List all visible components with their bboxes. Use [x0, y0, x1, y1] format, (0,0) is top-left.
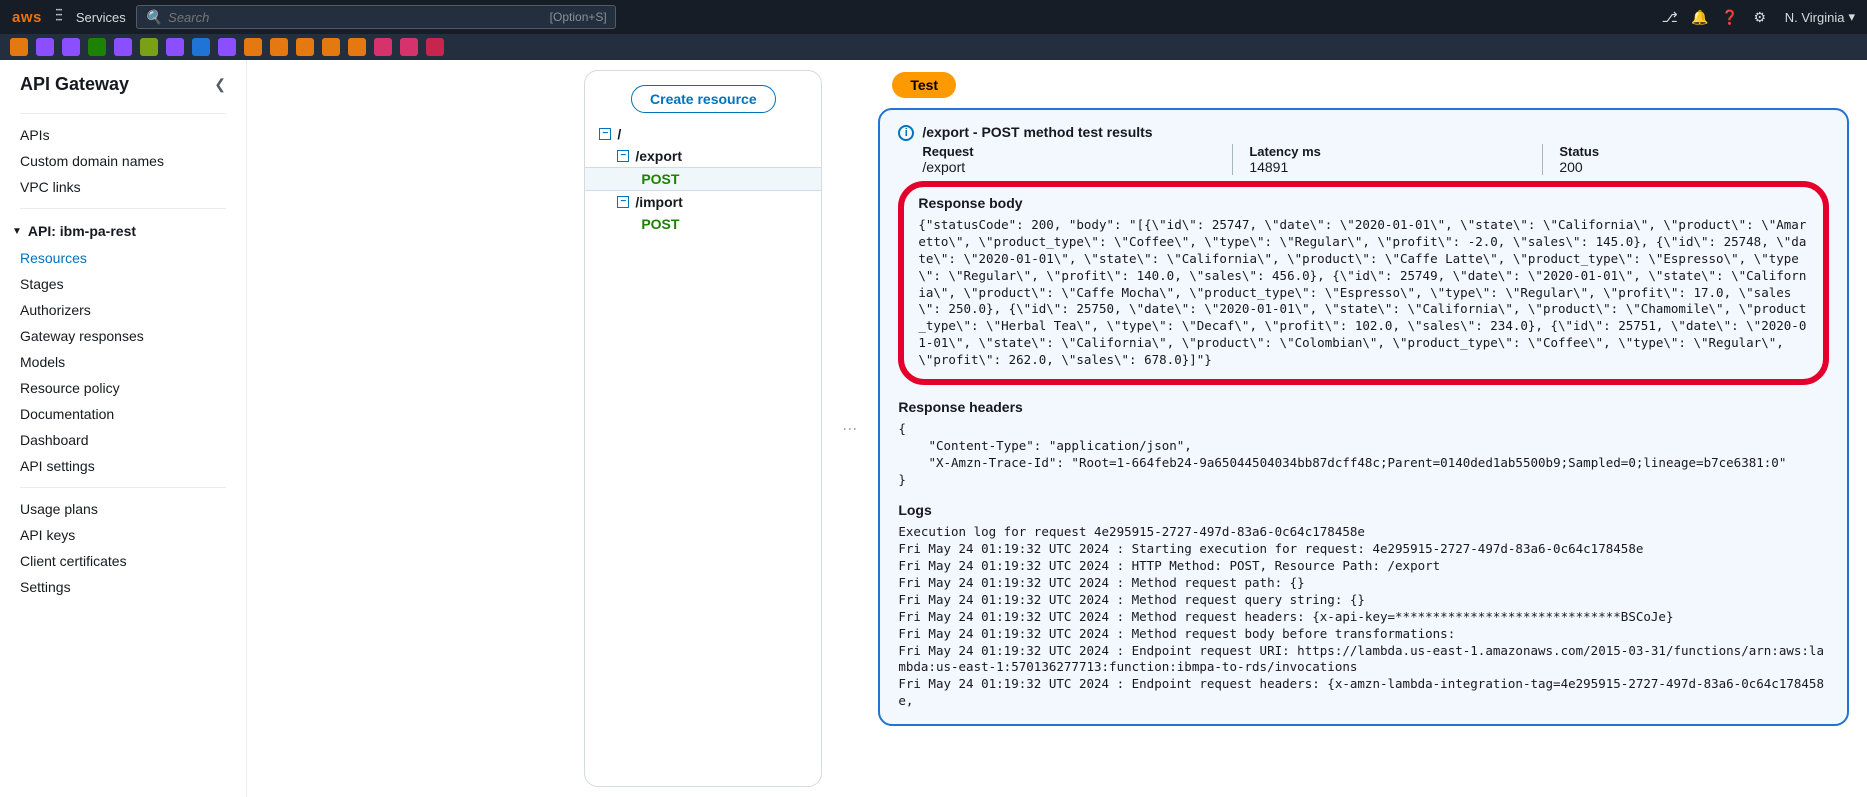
service-shortcut-icon[interactable]	[400, 38, 418, 56]
service-shortcut-icon[interactable]	[322, 38, 340, 56]
service-shortcut-icon[interactable]	[270, 38, 288, 56]
search-box[interactable]: 🔍 [Option+S]	[136, 5, 616, 29]
top-nav: aws Services 🔍 [Option+S] ⎇ 🔔 ❓ ⚙ N. Vir…	[0, 0, 1867, 34]
sidebar-item-gateway-responses[interactable]: Gateway responses	[0, 323, 246, 349]
results-column: Test i /export - POST method test result…	[878, 70, 1857, 787]
sidebar-item-settings[interactable]: Settings	[0, 574, 246, 600]
response-body-text: {"statusCode": 200, "body": "[{\"id\": 2…	[918, 217, 1809, 369]
logs-text: Execution log for request 4e295915-2727-…	[898, 524, 1829, 710]
tree-export[interactable]: − /export	[585, 145, 821, 167]
sidebar-item-authorizers[interactable]: Authorizers	[0, 297, 246, 323]
sidebar-item-dashboard[interactable]: Dashboard	[0, 427, 246, 453]
grid-icon	[56, 10, 70, 24]
tree-export-post[interactable]: POST	[585, 167, 821, 191]
sidebar-item-documentation[interactable]: Documentation	[0, 401, 246, 427]
collapse-icon[interactable]: −	[599, 128, 611, 140]
service-shortcut-icon[interactable]	[348, 38, 366, 56]
collapse-icon[interactable]: −	[617, 150, 629, 162]
column-resize-handle[interactable]: ⋮	[846, 70, 854, 787]
search-input[interactable]	[168, 10, 550, 25]
latency-label: Latency ms	[1249, 144, 1512, 159]
sidebar-item-resource-policy[interactable]: Resource policy	[0, 375, 246, 401]
sidebar-item-client-certs[interactable]: Client certificates	[0, 548, 246, 574]
tree-import[interactable]: − /import	[585, 191, 821, 213]
sidebar-item-usage-plans[interactable]: Usage plans	[0, 496, 246, 522]
service-shortcut-icon[interactable]	[218, 38, 236, 56]
response-headers-text: { "Content-Type": "application/json", "X…	[898, 421, 1829, 489]
latency-value: 14891	[1249, 159, 1512, 175]
service-shortcut-icon[interactable]	[244, 38, 262, 56]
sidebar-item-stages[interactable]: Stages	[0, 271, 246, 297]
search-kbd-hint: [Option+S]	[550, 10, 607, 24]
create-resource-button[interactable]: Create resource	[631, 85, 776, 113]
sidebar-item-custom-domain[interactable]: Custom domain names	[0, 148, 246, 174]
tree-export-post-label: POST	[641, 171, 679, 187]
tree-import-post[interactable]: POST	[585, 213, 821, 235]
service-shortcut-icon[interactable]	[10, 38, 28, 56]
sidebar-title: API Gateway	[20, 74, 129, 95]
service-shortcut-icon[interactable]	[88, 38, 106, 56]
resource-tree-card: Create resource − / − /export POST − /im…	[584, 70, 822, 787]
service-shortcut-strip	[0, 34, 1867, 60]
aws-logo[interactable]: aws	[12, 9, 42, 26]
response-body-label: Response body	[918, 195, 1809, 211]
collapse-icon[interactable]: −	[617, 196, 629, 208]
collapse-sidebar-icon[interactable]: ❮	[214, 76, 226, 93]
test-button[interactable]: Test	[892, 72, 956, 98]
services-menu[interactable]: Services	[56, 10, 126, 25]
notifications-icon[interactable]: 🔔	[1685, 2, 1715, 32]
test-results-panel: i /export - POST method test results Req…	[878, 108, 1849, 726]
service-shortcut-icon[interactable]	[426, 38, 444, 56]
settings-gear-icon[interactable]: ⚙	[1745, 2, 1775, 32]
chevron-down-icon: ▾	[1848, 9, 1855, 25]
tree-root-label: /	[617, 126, 621, 142]
service-shortcut-icon[interactable]	[36, 38, 54, 56]
status-label: Status	[1559, 144, 1599, 159]
cloudshell-icon[interactable]: ⎇	[1655, 2, 1685, 32]
tree-import-post-label: POST	[641, 216, 679, 232]
status-value: 200	[1559, 159, 1599, 175]
sidebar-item-models[interactable]: Models	[0, 349, 246, 375]
sidebar-item-api-keys[interactable]: API keys	[0, 522, 246, 548]
service-shortcut-icon[interactable]	[140, 38, 158, 56]
sidebar-item-api-settings[interactable]: API settings	[0, 453, 246, 479]
service-shortcut-icon[interactable]	[114, 38, 132, 56]
region-label: N. Virginia	[1785, 10, 1845, 25]
response-headers-label: Response headers	[898, 399, 1829, 415]
results-title: /export - POST method test results	[922, 124, 1829, 140]
response-body-highlight: Response body {"statusCode": 200, "body"…	[898, 181, 1829, 385]
tree-import-label: /import	[635, 194, 682, 210]
region-selector[interactable]: N. Virginia ▾	[1785, 9, 1855, 25]
left-sidebar: API Gateway ❮ APIs Custom domain names V…	[0, 60, 247, 797]
service-shortcut-icon[interactable]	[62, 38, 80, 56]
sidebar-item-resources[interactable]: Resources	[0, 245, 246, 271]
service-shortcut-icon[interactable]	[296, 38, 314, 56]
service-shortcut-icon[interactable]	[374, 38, 392, 56]
info-icon: i	[898, 125, 914, 141]
services-label: Services	[76, 10, 126, 25]
help-icon[interactable]: ❓	[1715, 2, 1745, 32]
sidebar-item-apis[interactable]: APIs	[0, 122, 246, 148]
service-shortcut-icon[interactable]	[166, 38, 184, 56]
logs-label: Logs	[898, 502, 1829, 518]
sidebar-item-vpc-links[interactable]: VPC links	[0, 174, 246, 200]
search-icon: 🔍	[145, 9, 162, 26]
chevron-down-icon: ▼	[12, 226, 22, 237]
tree-export-label: /export	[635, 148, 682, 164]
service-shortcut-icon[interactable]	[192, 38, 210, 56]
tree-root[interactable]: − /	[585, 123, 821, 145]
sidebar-api-name: API: ibm-pa-rest	[28, 223, 136, 239]
request-label: Request	[922, 144, 1202, 159]
sidebar-api-group[interactable]: ▼ API: ibm-pa-rest	[0, 217, 246, 245]
request-value: /export	[922, 159, 1202, 175]
